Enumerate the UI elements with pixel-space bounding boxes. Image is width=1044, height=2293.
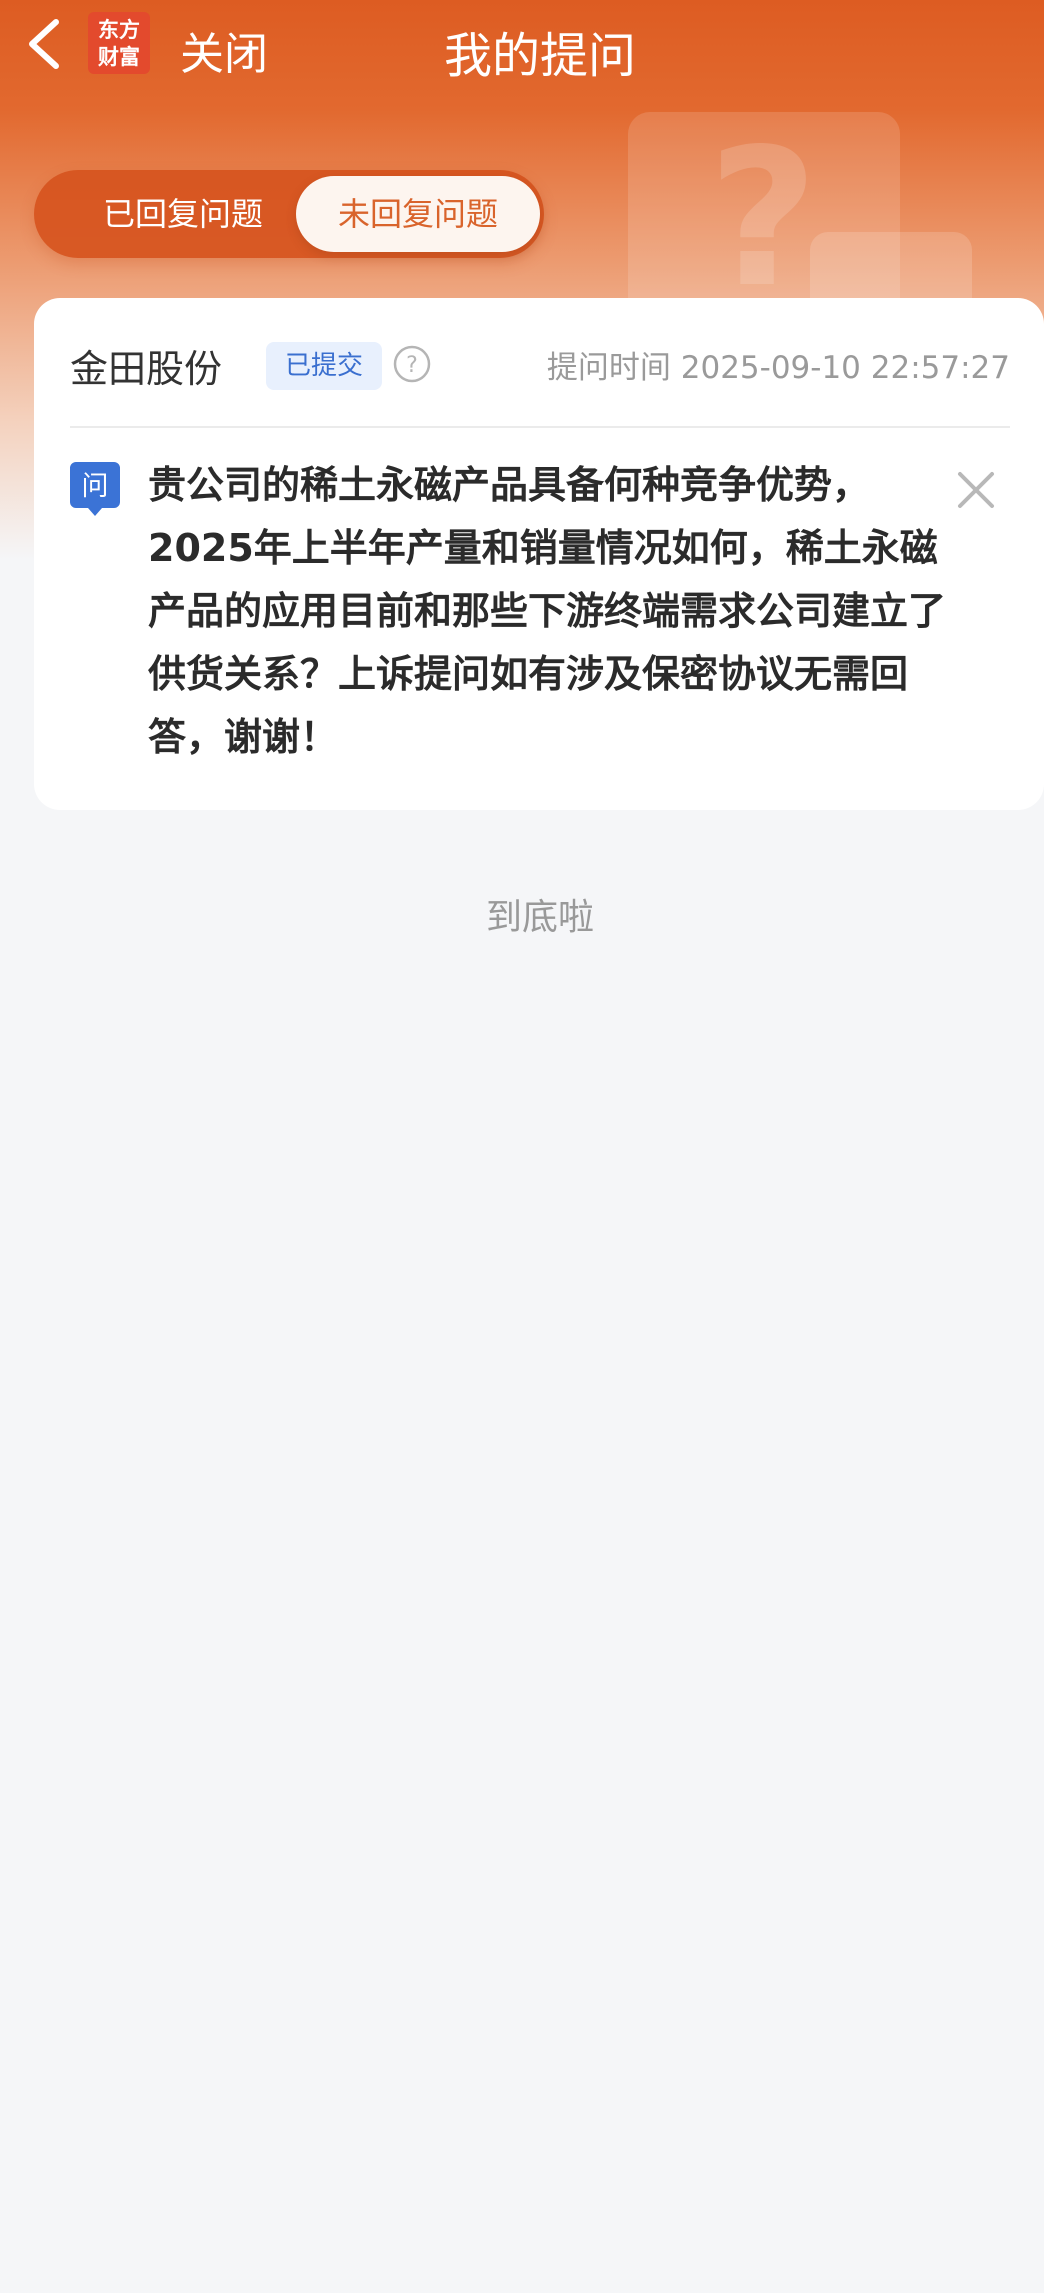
time-value: 2025-09-10 22:57:27 bbox=[680, 350, 1010, 386]
time-label: 提问时间 bbox=[546, 350, 671, 386]
question-badge-icon: 问 bbox=[70, 462, 120, 518]
divider bbox=[70, 426, 1010, 428]
company-name: 金田股份 bbox=[70, 347, 223, 391]
tab-switcher: 已回复问题 未回复问题 bbox=[34, 170, 544, 258]
question-text: 贵公司的稀土永磁产品具备何种竞争优势，2025年上半年产量和销量情况如何，稀土永… bbox=[148, 463, 947, 759]
top-bar: 东方 财富 关闭 我的提问 bbox=[0, 0, 1044, 96]
svg-text:?: ? bbox=[406, 353, 418, 378]
tab-unanswered[interactable]: 未回复问题 bbox=[296, 176, 540, 252]
question-time: 提问时间 2025-09-10 22:57:27 bbox=[547, 342, 1010, 387]
status-badge: 已提交 bbox=[266, 342, 382, 390]
delete-button[interactable] bbox=[954, 468, 998, 512]
help-icon[interactable]: ? bbox=[392, 344, 432, 384]
list-end-text: 到底啦 bbox=[485, 897, 594, 938]
page-title: 我的提问 bbox=[443, 28, 636, 84]
svg-text:问: 问 bbox=[82, 471, 109, 502]
close-icon bbox=[958, 472, 994, 508]
tab-answered[interactable]: 已回复问题 bbox=[48, 170, 318, 258]
question-card[interactable]: 金田股份 已提交 ? 提问时间 2025-09-10 22:57:27 问 贵公… bbox=[34, 298, 1044, 810]
